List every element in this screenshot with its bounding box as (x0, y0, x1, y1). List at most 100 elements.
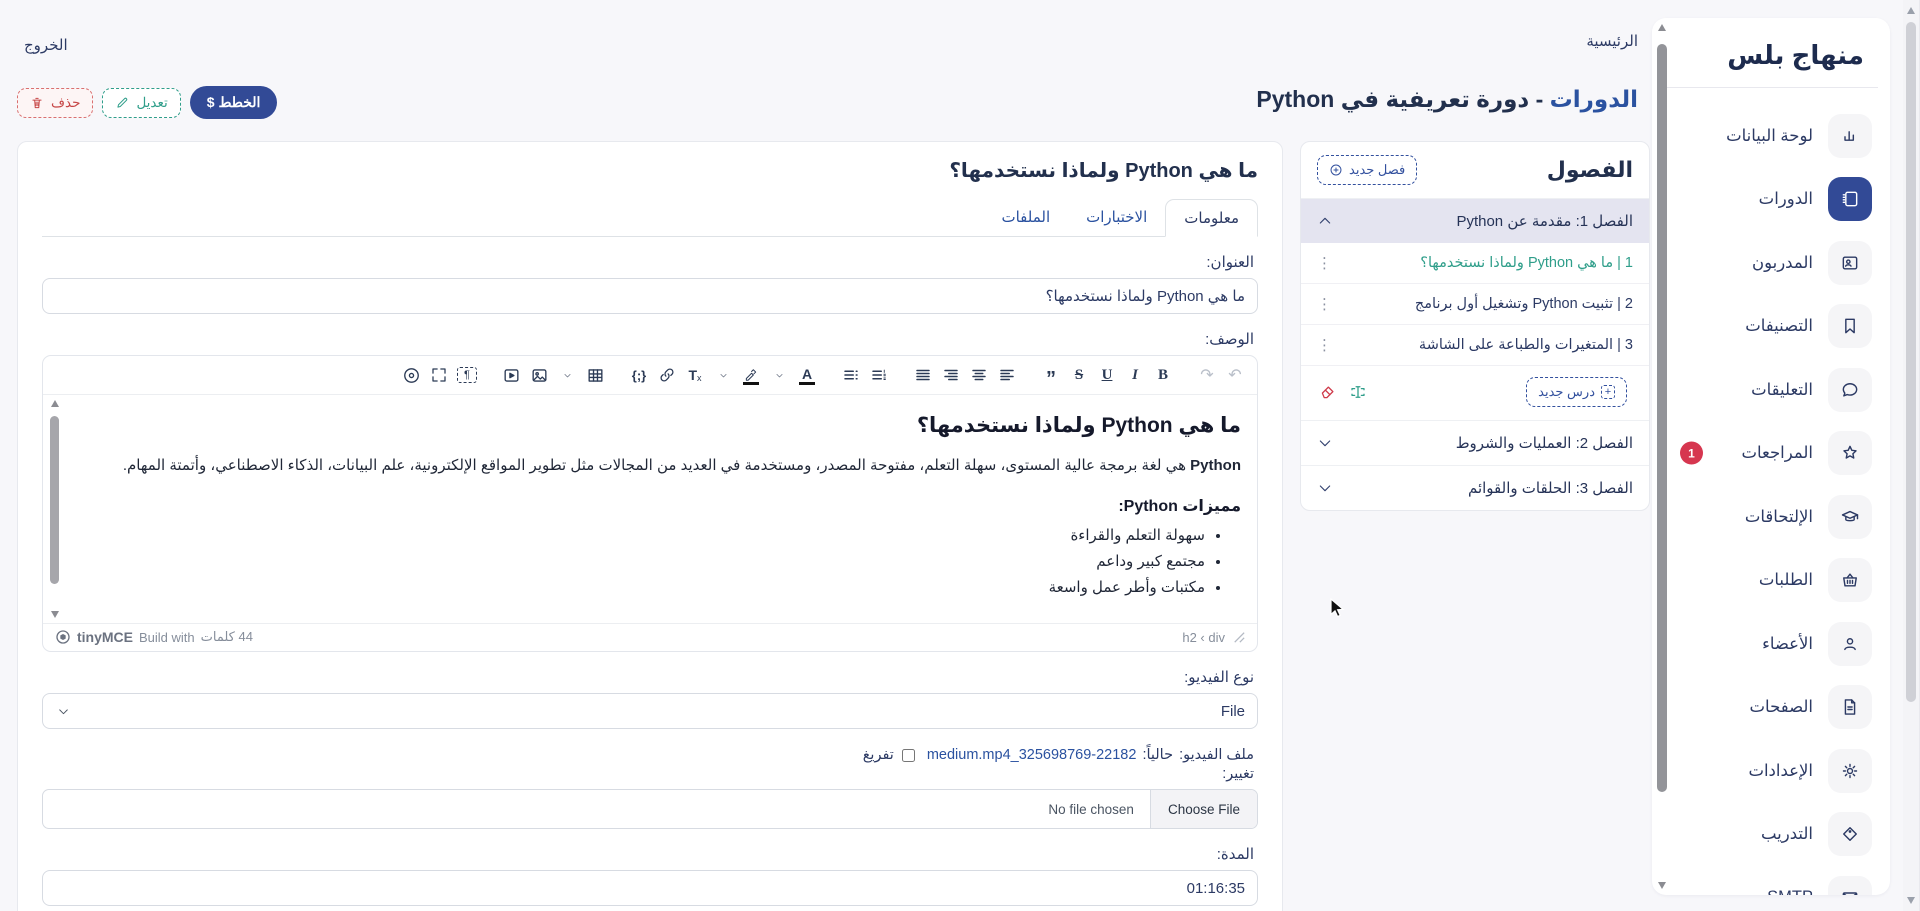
duration-label: المدة: (46, 845, 1254, 863)
delete-lesson-button[interactable]: حذف (17, 88, 93, 118)
sidebar-item-reviews[interactable]: المراجعات 1 (1678, 422, 1872, 486)
content-heading: ما هي Python ولماذا نستخدمها؟ (89, 413, 1241, 438)
removeformat-icon[interactable]: Tx (685, 365, 705, 385)
dropdown-chevron-icon[interactable] (713, 365, 733, 385)
lesson-row-2[interactable]: 2 | تثبيت Python وتشغيل أول برنامج ⋮ (1301, 284, 1649, 325)
kebab-menu-icon[interactable]: ⋮ (1317, 254, 1332, 272)
chapter-row-3[interactable]: الفصل 3: الحلقات والقوائم (1301, 466, 1649, 510)
graduation-cap-icon (1828, 495, 1872, 539)
paragraph-text: هي لغة برمجة عالية المستوى، سهلة التعلم،… (123, 457, 1190, 474)
sidebar-item-dashboard[interactable]: لوحة البيانات (1678, 104, 1872, 168)
scroll-up-arrow-icon[interactable] (1658, 24, 1666, 31)
chevron-down-icon[interactable] (1317, 435, 1333, 451)
tab-files[interactable]: الملفات (983, 199, 1068, 236)
video-type-select[interactable]: File (42, 693, 1258, 729)
sidebar-item-training[interactable]: التدريب (1678, 803, 1872, 867)
rename-chapter-icon[interactable] (1349, 383, 1367, 401)
lesson-title-input[interactable] (42, 278, 1258, 314)
codesample-icon[interactable]: {;} (629, 365, 649, 385)
kebab-menu-icon[interactable]: ⋮ (1317, 295, 1332, 313)
resize-grip-icon[interactable] (1233, 631, 1245, 643)
choose-file-button[interactable]: Choose File (1150, 790, 1257, 828)
scroll-down-arrow-icon[interactable] (51, 611, 59, 618)
sidebar-item-courses[interactable]: الدورات (1678, 168, 1872, 232)
chapter-row-1[interactable]: الفصل 1: مقدمة عن Python (1301, 199, 1649, 243)
fullscreen-icon[interactable] (429, 365, 449, 385)
sidebar-item-label: الطلبات (1759, 570, 1813, 590)
numlist-icon[interactable] (869, 365, 889, 385)
edit-lesson-button[interactable]: تعديل (102, 88, 180, 118)
lesson-row-3[interactable]: 3 | المتغيرات والطباعة على الشاشة ⋮ (1301, 325, 1649, 366)
align-center-icon[interactable] (969, 365, 989, 385)
sidebar-item-trainers[interactable]: المدربون (1678, 231, 1872, 295)
new-lesson-button[interactable]: + درس جديد (1526, 377, 1627, 407)
image-icon[interactable] (529, 365, 549, 385)
chevron-down-icon[interactable] (1317, 480, 1333, 496)
new-chapter-button[interactable]: فصل جديد (1317, 155, 1417, 185)
sidebar-item-orders[interactable]: الطلبات (1678, 549, 1872, 613)
strikethrough-icon[interactable]: S (1069, 365, 1089, 385)
scroll-down-arrow-icon[interactable] (1907, 897, 1915, 904)
clear-file-checkbox[interactable] (902, 749, 915, 762)
sidebar-scrollbar[interactable] (1656, 22, 1669, 889)
editor-scrollbar-thumb[interactable] (50, 416, 59, 584)
visualblocks-icon[interactable]: ¶ (457, 367, 477, 383)
window-scrollbar[interactable] (1903, 0, 1920, 911)
sidebar-item-members[interactable]: الأعضاء (1678, 612, 1872, 676)
align-right-icon[interactable] (941, 365, 961, 385)
sidebar-item-comments[interactable]: التعليقات (1678, 358, 1872, 422)
bullet-item: سهولة التعلم والقراءة (89, 526, 1205, 544)
sidebar-item-label: المراجعات (1741, 443, 1813, 463)
sidebar-item-smtp[interactable]: SMTP (1678, 866, 1872, 895)
bullist-icon[interactable] (841, 365, 861, 385)
logout-link[interactable]: الخروج (24, 36, 68, 54)
lesson-row-1[interactable]: 1 | ما هي Python ولماذا نستخدمها؟ ⋮ (1301, 243, 1649, 284)
plans-button[interactable]: الخطط $ (190, 86, 278, 119)
media-icon[interactable] (501, 365, 521, 385)
preview-icon[interactable] (401, 365, 421, 385)
element-path-text[interactable]: h2 ‹ div (1182, 630, 1225, 645)
kebab-menu-icon[interactable]: ⋮ (1317, 336, 1332, 354)
sidebar-scrollbar-thumb[interactable] (1657, 44, 1667, 792)
chapters-title: الفصول (1547, 157, 1633, 183)
element-path: h2 ‹ div (1182, 630, 1245, 645)
video-file-input[interactable]: No file chosen Choose File (42, 789, 1258, 829)
align-left-icon[interactable] (997, 365, 1017, 385)
editor-content[interactable]: ما هي Python ولماذا نستخدمها؟ Python هي … (43, 395, 1257, 623)
tab-info[interactable]: معلومات (1165, 199, 1258, 237)
underline-icon[interactable]: U (1097, 365, 1117, 385)
scroll-up-arrow-icon[interactable] (51, 400, 59, 407)
undo-icon[interactable]: ↶ (1225, 365, 1245, 385)
dropdown-chevron-icon[interactable] (557, 365, 577, 385)
delete-chapter-icon[interactable] (1319, 383, 1337, 401)
justify-icon[interactable] (913, 365, 933, 385)
italic-icon[interactable]: I (1125, 365, 1145, 385)
redo-icon[interactable]: ↷ (1197, 365, 1217, 385)
sidebar-item-enrollments[interactable]: الإلتحاقات (1678, 485, 1872, 549)
current-file-link[interactable]: medium.mp4_325698769-22182 (927, 747, 1137, 763)
window-scrollbar-thumb[interactable] (1906, 22, 1916, 702)
dropdown-chevron-icon[interactable] (769, 365, 789, 385)
editor-scrollbar[interactable] (48, 398, 62, 620)
sidebar-item-settings[interactable]: الإعدادات (1678, 739, 1872, 803)
duration-input[interactable] (42, 870, 1258, 906)
table-icon[interactable] (585, 365, 605, 385)
bold-icon[interactable]: B (1153, 365, 1173, 385)
forecolor-icon[interactable]: A (797, 365, 817, 385)
chapter-row-2[interactable]: الفصل 2: العمليات والشروط (1301, 421, 1649, 466)
courses-breadcrumb-link[interactable]: الدورات (1550, 86, 1638, 112)
link-icon[interactable] (657, 365, 677, 385)
scroll-down-arrow-icon[interactable] (1658, 882, 1666, 889)
sidebar-item-label: التعليقات (1751, 380, 1813, 400)
tinymce-branding[interactable]: tinyMCE Build with 44 كلمات (55, 629, 253, 645)
backcolor-icon[interactable] (741, 365, 761, 385)
content-paragraph: Python هي لغة برمجة عالية المستوى، سهلة … (89, 452, 1241, 480)
sidebar-item-categories[interactable]: التصنيفات (1678, 295, 1872, 359)
tab-quizzes[interactable]: الاختبارات (1068, 199, 1165, 236)
sidebar-item-pages[interactable]: الصفحات (1678, 676, 1872, 740)
home-link[interactable]: الرئيسية (1586, 32, 1638, 50)
chevron-up-icon[interactable] (1317, 213, 1333, 229)
blockquote-icon[interactable]: ” (1041, 365, 1061, 385)
chapter-title: الفصل 2: العمليات والشروط (1456, 434, 1633, 452)
scroll-up-arrow-icon[interactable] (1907, 7, 1915, 14)
